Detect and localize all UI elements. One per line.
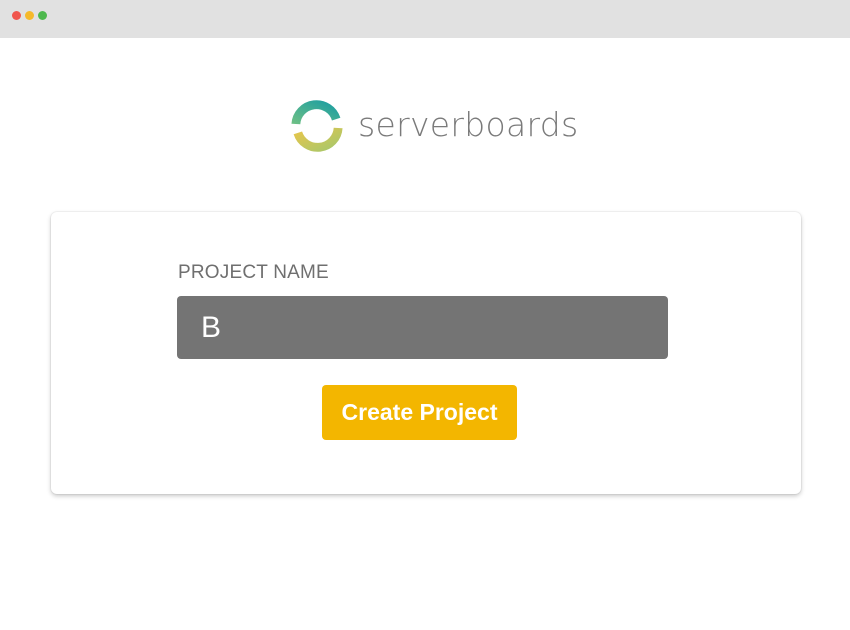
serverboards-logo-icon — [291, 100, 343, 152]
minimize-window-button[interactable] — [25, 11, 34, 20]
maximize-window-button[interactable] — [38, 11, 47, 20]
create-project-button[interactable]: Create Project — [322, 385, 517, 440]
create-project-card: PROJECT NAME Create Project — [51, 212, 801, 494]
project-name-label: PROJECT NAME — [178, 262, 329, 283]
brand-name: serverboards — [358, 104, 579, 144]
window-titlebar — [0, 0, 850, 38]
close-window-button[interactable] — [12, 11, 21, 20]
project-name-input[interactable] — [177, 296, 668, 359]
brand-logo: serverboards — [289, 98, 579, 154]
